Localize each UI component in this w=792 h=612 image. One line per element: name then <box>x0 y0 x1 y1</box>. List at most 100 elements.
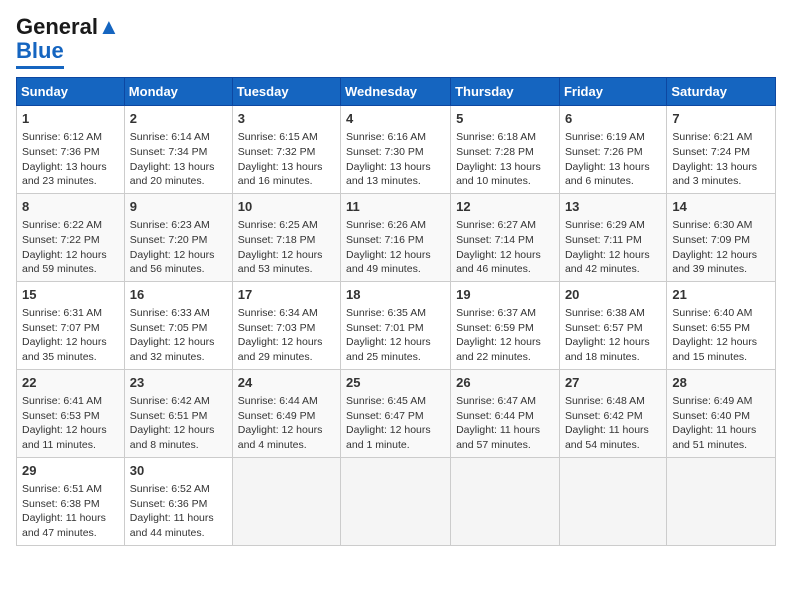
day-number: 13 <box>565 198 661 216</box>
day-number: 26 <box>456 374 554 392</box>
day-number: 23 <box>130 374 227 392</box>
day-info: Sunrise: 6:22 AMSunset: 7:22 PMDaylight:… <box>22 218 119 277</box>
calendar-day-cell: 10Sunrise: 6:25 AMSunset: 7:18 PMDayligh… <box>232 193 340 281</box>
calendar-day-cell: 9Sunrise: 6:23 AMSunset: 7:20 PMDaylight… <box>124 193 232 281</box>
calendar-day-cell: 18Sunrise: 6:35 AMSunset: 7:01 PMDayligh… <box>341 281 451 369</box>
day-number: 24 <box>238 374 335 392</box>
day-number: 8 <box>22 198 119 216</box>
calendar-week-row: 15 Sunrise: 6:31 AMSunset: 7:07 PMDayligh… <box>17 281 776 369</box>
day-number: 3 <box>238 110 335 128</box>
day-info: Sunrise: 6:30 AMSunset: 7:09 PMDaylight:… <box>672 218 770 277</box>
day-number: 10 <box>238 198 335 216</box>
day-number: 27 <box>565 374 661 392</box>
day-of-week-header: Sunday <box>17 78 125 106</box>
calendar-day-cell <box>232 457 340 545</box>
logo: General▲ Blue <box>16 16 120 69</box>
calendar-day-cell: 30 Sunrise: 6:52 AMSunset: 6:36 PMDayligh… <box>124 457 232 545</box>
day-number: 6 <box>565 110 661 128</box>
day-info: Sunrise: 6:47 AMSunset: 6:44 PMDaylight:… <box>456 394 554 453</box>
calendar-day-cell: 19 Sunrise: 6:37 AMSunset: 6:59 PMDayligh… <box>451 281 560 369</box>
logo-text: General▲ <box>16 16 120 38</box>
calendar-day-cell: 3 Sunrise: 6:15 AMSunset: 7:32 PMDaylight… <box>232 106 340 194</box>
day-info: Sunrise: 6:40 AMSunset: 6:55 PMDaylight:… <box>672 306 770 365</box>
day-info: Sunrise: 6:23 AMSunset: 7:20 PMDaylight:… <box>130 218 227 277</box>
day-number: 11 <box>346 198 445 216</box>
day-info: Sunrise: 6:19 AMSunset: 7:26 PMDaylight:… <box>565 130 661 189</box>
day-number: 25 <box>346 374 445 392</box>
calendar-day-cell: 27 Sunrise: 6:48 AMSunset: 6:42 PMDayligh… <box>559 369 666 457</box>
calendar-week-row: 1Sunrise: 6:12 AMSunset: 7:36 PMDaylight… <box>17 106 776 194</box>
calendar-day-cell <box>667 457 776 545</box>
day-number: 2 <box>130 110 227 128</box>
day-number: 1 <box>22 110 119 128</box>
calendar-day-cell: 24Sunrise: 6:44 AMSunset: 6:49 PMDayligh… <box>232 369 340 457</box>
day-number: 19 <box>456 286 554 304</box>
day-number: 22 <box>22 374 119 392</box>
day-of-week-header: Monday <box>124 78 232 106</box>
day-of-week-header: Thursday <box>451 78 560 106</box>
calendar-day-cell: 8 Sunrise: 6:22 AMSunset: 7:22 PMDaylight… <box>17 193 125 281</box>
calendar-week-row: 22Sunrise: 6:41 AMSunset: 6:53 PMDayligh… <box>17 369 776 457</box>
day-info: Sunrise: 6:48 AMSunset: 6:42 PMDaylight:… <box>565 394 661 453</box>
calendar-day-cell: 2 Sunrise: 6:14 AMSunset: 7:34 PMDaylight… <box>124 106 232 194</box>
calendar-day-cell <box>341 457 451 545</box>
day-info: Sunrise: 6:38 AMSunset: 6:57 PMDaylight:… <box>565 306 661 365</box>
calendar-day-cell: 25 Sunrise: 6:45 AMSunset: 6:47 PMDayligh… <box>341 369 451 457</box>
calendar-day-cell: 15 Sunrise: 6:31 AMSunset: 7:07 PMDayligh… <box>17 281 125 369</box>
calendar-day-cell: 21 Sunrise: 6:40 AMSunset: 6:55 PMDayligh… <box>667 281 776 369</box>
day-info: Sunrise: 6:27 AMSunset: 7:14 PMDaylight:… <box>456 218 554 277</box>
calendar-day-cell: 26 Sunrise: 6:47 AMSunset: 6:44 PMDayligh… <box>451 369 560 457</box>
day-number: 4 <box>346 110 445 128</box>
calendar-day-cell: 20 Sunrise: 6:38 AMSunset: 6:57 PMDayligh… <box>559 281 666 369</box>
day-number: 28 <box>672 374 770 392</box>
calendar-day-cell: 12 Sunrise: 6:27 AMSunset: 7:14 PMDayligh… <box>451 193 560 281</box>
day-number: 14 <box>672 198 770 216</box>
calendar-week-row: 8 Sunrise: 6:22 AMSunset: 7:22 PMDaylight… <box>17 193 776 281</box>
day-number: 21 <box>672 286 770 304</box>
day-number: 18 <box>346 286 445 304</box>
day-info: Sunrise: 6:21 AMSunset: 7:24 PMDaylight:… <box>672 130 770 189</box>
day-number: 30 <box>130 462 227 480</box>
calendar-day-cell: 17 Sunrise: 6:34 AMSunset: 7:03 PMDayligh… <box>232 281 340 369</box>
calendar-day-cell: 5 Sunrise: 6:18 AMSunset: 7:28 PMDaylight… <box>451 106 560 194</box>
day-number: 29 <box>22 462 119 480</box>
calendar-day-cell: 1Sunrise: 6:12 AMSunset: 7:36 PMDaylight… <box>17 106 125 194</box>
calendar-day-cell: 7 Sunrise: 6:21 AMSunset: 7:24 PMDaylight… <box>667 106 776 194</box>
page-header: General▲ Blue <box>16 16 776 69</box>
calendar-day-cell: 22Sunrise: 6:41 AMSunset: 6:53 PMDayligh… <box>17 369 125 457</box>
calendar-day-cell: 29Sunrise: 6:51 AMSunset: 6:38 PMDayligh… <box>17 457 125 545</box>
day-info: Sunrise: 6:18 AMSunset: 7:28 PMDaylight:… <box>456 130 554 189</box>
day-number: 7 <box>672 110 770 128</box>
day-of-week-header: Saturday <box>667 78 776 106</box>
calendar-day-cell: 16 Sunrise: 6:33 AMSunset: 7:05 PMDayligh… <box>124 281 232 369</box>
calendar-day-cell <box>451 457 560 545</box>
calendar-day-cell: 13 Sunrise: 6:29 AMSunset: 7:11 PMDayligh… <box>559 193 666 281</box>
calendar-day-cell: 4 Sunrise: 6:16 AMSunset: 7:30 PMDaylight… <box>341 106 451 194</box>
day-info: Sunrise: 6:29 AMSunset: 7:11 PMDaylight:… <box>565 218 661 277</box>
day-info: Sunrise: 6:31 AMSunset: 7:07 PMDaylight:… <box>22 306 119 365</box>
day-info: Sunrise: 6:37 AMSunset: 6:59 PMDaylight:… <box>456 306 554 365</box>
calendar-day-cell: 23 Sunrise: 6:42 AMSunset: 6:51 PMDayligh… <box>124 369 232 457</box>
day-info: Sunrise: 6:42 AMSunset: 6:51 PMDaylight:… <box>130 394 227 453</box>
day-number: 20 <box>565 286 661 304</box>
day-info: Sunrise: 6:52 AMSunset: 6:36 PMDaylight:… <box>130 482 227 541</box>
calendar-day-cell: 14 Sunrise: 6:30 AMSunset: 7:09 PMDayligh… <box>667 193 776 281</box>
day-number: 15 <box>22 286 119 304</box>
day-info: Sunrise: 6:16 AMSunset: 7:30 PMDaylight:… <box>346 130 445 189</box>
calendar-week-row: 29Sunrise: 6:51 AMSunset: 6:38 PMDayligh… <box>17 457 776 545</box>
day-info: Sunrise: 6:14 AMSunset: 7:34 PMDaylight:… <box>130 130 227 189</box>
day-info: Sunrise: 6:33 AMSunset: 7:05 PMDaylight:… <box>130 306 227 365</box>
day-number: 12 <box>456 198 554 216</box>
logo-blue: Blue <box>16 38 64 64</box>
calendar-header-row: SundayMondayTuesdayWednesdayThursdayFrid… <box>17 78 776 106</box>
day-number: 5 <box>456 110 554 128</box>
day-of-week-header: Tuesday <box>232 78 340 106</box>
day-info: Sunrise: 6:15 AMSunset: 7:32 PMDaylight:… <box>238 130 335 189</box>
calendar-day-cell: 6 Sunrise: 6:19 AMSunset: 7:26 PMDaylight… <box>559 106 666 194</box>
day-info: Sunrise: 6:45 AMSunset: 6:47 PMDaylight:… <box>346 394 445 453</box>
day-number: 17 <box>238 286 335 304</box>
day-info: Sunrise: 6:34 AMSunset: 7:03 PMDaylight:… <box>238 306 335 365</box>
day-info: Sunrise: 6:26 AMSunset: 7:16 PMDaylight:… <box>346 218 445 277</box>
day-number: 16 <box>130 286 227 304</box>
day-info: Sunrise: 6:49 AMSunset: 6:40 PMDaylight:… <box>672 394 770 453</box>
